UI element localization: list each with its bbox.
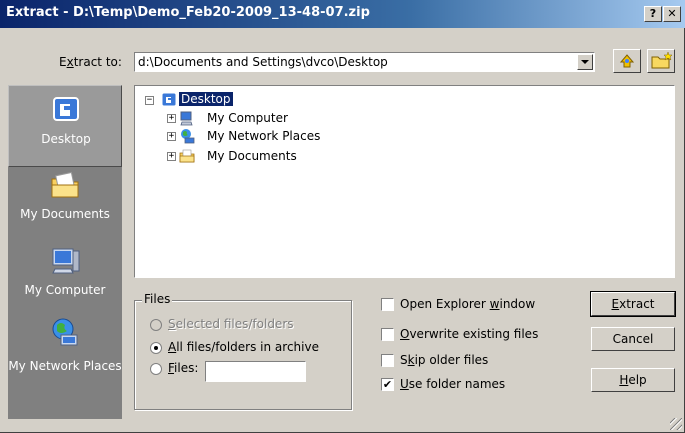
overwrite-text: verwrite existing files: [409, 327, 539, 341]
files-mask-input[interactable]: [205, 361, 306, 382]
skip-older-text-pre: S: [400, 353, 408, 367]
new-folder-icon: [651, 51, 673, 69]
open-explorer-mnemonic: w: [489, 297, 500, 311]
places-sidebar: Desktop My Documents My Computer My Netw…: [8, 85, 122, 419]
expand-icon[interactable]: +: [167, 114, 176, 123]
window-title: Extract - D:\Temp\Demo_Feb20-2009_13-48-…: [6, 5, 370, 20]
sidebar-item-my-network-places[interactable]: My Network Places: [8, 313, 122, 395]
open-explorer-checkbox[interactable]: [381, 298, 394, 311]
radio-all-files-text: ll files/folders in archive: [176, 340, 319, 354]
cancel-button[interactable]: Cancel: [591, 327, 675, 351]
tree-node-label[interactable]: My Computer: [207, 111, 288, 125]
skip-older-checkbox[interactable]: [381, 354, 394, 367]
radio-all-files-label[interactable]: All files/folders in archive: [168, 340, 319, 354]
extract-path-value[interactable]: d:\Documents and Settings\dvco\Desktop: [138, 55, 388, 69]
network-icon: [52, 318, 78, 346]
use-folder-names-checkbox[interactable]: ✔: [381, 378, 394, 391]
extract-button-mnemonic: E: [611, 297, 620, 311]
open-explorer-text: Open Explorer: [400, 297, 490, 311]
skip-older-label[interactable]: Skip older files: [400, 353, 488, 367]
sidebar-item-my-documents[interactable]: My Documents: [8, 167, 122, 249]
folder-icon: [51, 171, 79, 198]
folder-icon: [179, 149, 195, 163]
extract-to-label-pre: E: [59, 55, 67, 69]
computer-icon: [180, 111, 193, 126]
help-button-label: elp: [628, 373, 647, 387]
extract-dialog: Extract - D:\Temp\Demo_Feb20-2009_13-48-…: [0, 0, 685, 433]
sidebar-item-label: Desktop: [41, 132, 91, 146]
tree-node-label[interactable]: My Network Places: [207, 129, 320, 143]
radio-files-mask[interactable]: [150, 363, 162, 375]
radio-files-mask-label[interactable]: Files:: [168, 361, 198, 375]
tree-node-label[interactable]: My Documents: [207, 149, 297, 163]
expand-icon[interactable]: +: [167, 152, 176, 161]
extract-path-combo[interactable]: d:\Documents and Settings\dvco\Desktop: [134, 52, 595, 72]
radio-all-files-mnemonic: A: [168, 340, 177, 354]
skip-older-mnemonic: k: [407, 353, 415, 367]
files-group-title: Files: [142, 292, 173, 306]
go-up-button[interactable]: [613, 49, 641, 73]
extract-button-label: xtract: [619, 297, 655, 311]
sidebar-item-label: My Computer: [24, 283, 106, 297]
go-up-icon: [619, 54, 635, 68]
use-folder-names-mnemonic: U: [400, 377, 409, 391]
new-folder-button[interactable]: [647, 49, 675, 73]
open-explorer-text-end: indow: [499, 297, 536, 311]
folder-tree[interactable]: − Desktop + My Computer + My Network Pla…: [134, 85, 675, 278]
sidebar-item-label: My Network Places: [8, 359, 122, 373]
close-button[interactable]: ✕: [663, 6, 681, 22]
computer-icon: [52, 248, 80, 274]
network-icon: [181, 129, 195, 144]
radio-selected-files-text: elected files/folders: [175, 317, 294, 331]
radio-selected-files-label: Selected files/folders: [168, 317, 294, 331]
radio-all-files[interactable]: [150, 342, 162, 354]
help-button[interactable]: Help: [591, 368, 675, 392]
resize-grip-icon[interactable]: [670, 418, 682, 430]
extract-to-label: Extract to:: [59, 55, 122, 69]
sidebar-item-label: My Documents: [20, 207, 110, 221]
extract-button[interactable]: Extract: [590, 291, 676, 317]
open-explorer-label[interactable]: Open Explorer window: [400, 297, 535, 311]
use-folder-names-text: se folder names: [408, 377, 506, 391]
expand-icon[interactable]: +: [167, 132, 176, 141]
use-folder-names-label[interactable]: Use folder names: [400, 377, 505, 391]
sidebar-item-desktop[interactable]: Desktop: [8, 85, 122, 167]
chevron-down-icon[interactable]: [577, 54, 593, 70]
overwrite-label[interactable]: Overwrite existing files: [400, 327, 538, 341]
radio-selected-files-mnemonic: S: [168, 317, 176, 331]
skip-older-text: ip older files: [414, 353, 489, 367]
tree-node-label[interactable]: Desktop: [179, 92, 233, 106]
title-bar[interactable]: Extract - D:\Temp\Demo_Feb20-2009_13-48-…: [0, 0, 685, 28]
desktop-icon: [161, 92, 177, 107]
collapse-icon[interactable]: −: [145, 96, 154, 105]
radio-selected-files[interactable]: [150, 319, 162, 331]
radio-files-mask-text: iles:: [174, 361, 199, 375]
help-title-button[interactable]: ?: [644, 6, 662, 22]
extract-to-label-rest: tract to:: [73, 55, 122, 69]
overwrite-checkbox[interactable]: [381, 328, 394, 341]
desktop-icon: [53, 97, 79, 121]
help-button-mnemonic: H: [619, 373, 629, 387]
extract-to-label-mnemonic: x: [66, 55, 74, 69]
